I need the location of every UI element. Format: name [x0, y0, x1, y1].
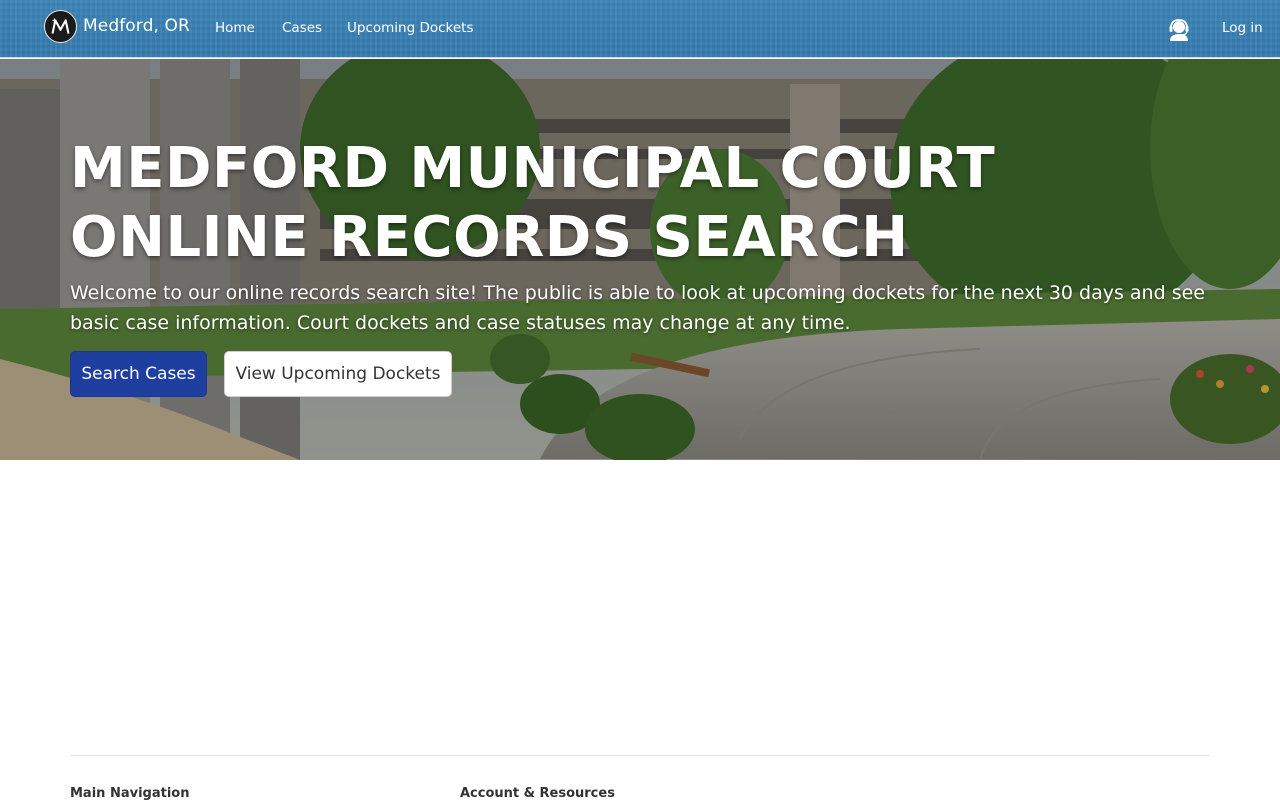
- nav-link-cases[interactable]: Cases: [282, 20, 322, 36]
- footer-heading-main-navigation: Main Navigation: [70, 786, 190, 801]
- footer-heading-account-resources: Account & Resources: [460, 786, 615, 801]
- medford-logo-icon: [44, 9, 77, 43]
- brand-link[interactable]: Medford, OR: [44, 9, 190, 43]
- hero-description: Welcome to our online records search sit…: [70, 282, 1205, 334]
- headset-support-icon[interactable]: [1167, 17, 1191, 41]
- hero-banner: MEDFORD MUNICIPAL COURT ONLINE RECORDS S…: [0, 59, 1280, 460]
- search-cases-button[interactable]: Search Cases: [70, 351, 207, 397]
- nav-link-upcoming-dockets[interactable]: Upcoming Dockets: [347, 20, 474, 36]
- top-navbar: Medford, OR Home Cases Upcoming Dockets …: [0, 0, 1280, 58]
- view-upcoming-dockets-button[interactable]: View Upcoming Dockets: [224, 351, 452, 397]
- login-link[interactable]: Log in: [1222, 20, 1263, 36]
- footer-divider: [70, 755, 1210, 756]
- page-title: MEDFORD MUNICIPAL COURT ONLINE RECORDS S…: [70, 136, 996, 270]
- nav-link-home[interactable]: Home: [215, 20, 255, 36]
- brand-name: Medford, OR: [83, 16, 190, 36]
